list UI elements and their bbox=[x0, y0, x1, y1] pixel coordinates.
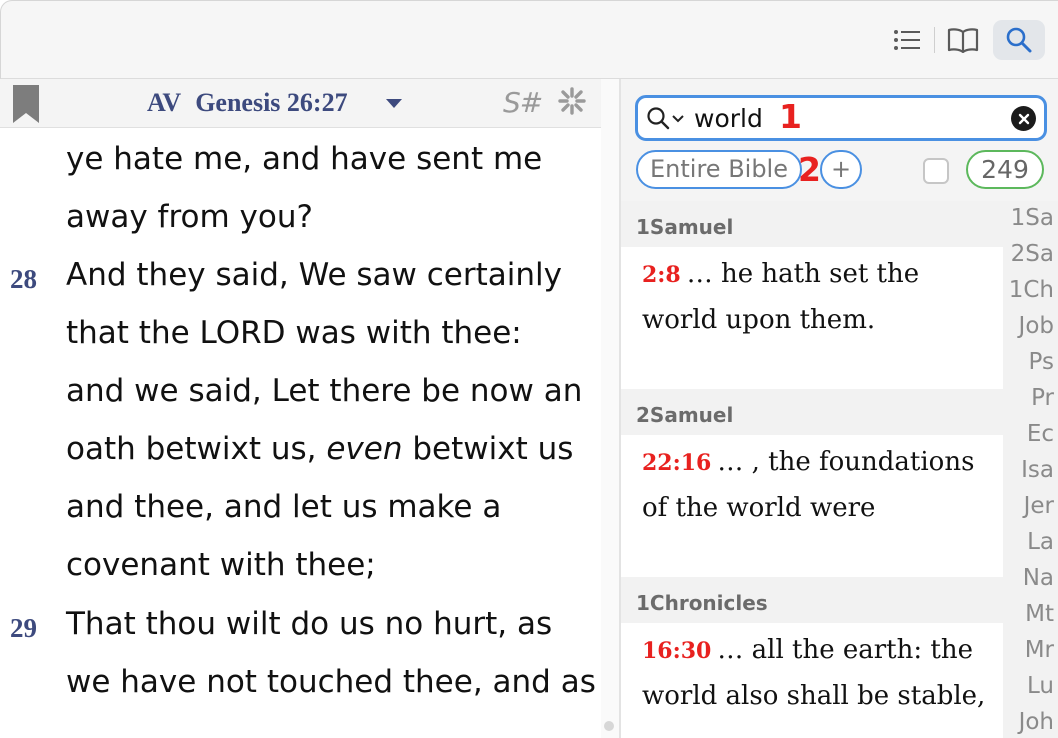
book-index-item[interactable]: Joh bbox=[1019, 709, 1054, 735]
verse-line: and we said, Let there be now an bbox=[66, 373, 583, 409]
bookmark-icon[interactable] bbox=[13, 85, 39, 128]
verse-line-part: betwixt us bbox=[402, 431, 574, 467]
book-index-item[interactable]: 1Sa bbox=[1011, 205, 1054, 231]
verse-line-part: oath betwixt us, bbox=[66, 431, 327, 467]
chevron-down-icon[interactable] bbox=[672, 111, 684, 129]
annotation-marker: 2 bbox=[798, 150, 821, 189]
book-index-item[interactable]: Isa bbox=[1021, 457, 1054, 483]
verse-line: we have not touched thee, and as bbox=[66, 664, 596, 700]
result-book-header: 1Samuel bbox=[621, 201, 1003, 247]
result-text: of the world were bbox=[642, 493, 876, 523]
result-count-badge[interactable]: 249 bbox=[966, 150, 1044, 189]
result-reference[interactable]: 22:16 bbox=[642, 450, 711, 476]
book-index-item[interactable]: Ps bbox=[1029, 349, 1054, 375]
result-item[interactable]: 22:16… , the foundations bbox=[642, 447, 974, 477]
verse-line: away from you? bbox=[66, 199, 313, 235]
book-index-item[interactable]: Pr bbox=[1031, 385, 1054, 411]
search-controls: world 1 Entire Bible 2 + 249 bbox=[621, 79, 1058, 201]
book-index-item[interactable]: 1Ch bbox=[1009, 277, 1054, 303]
result-book-name: 1Chronicles bbox=[636, 591, 768, 615]
toolbar-separator bbox=[934, 27, 935, 53]
result-text: … , the foundations bbox=[717, 447, 975, 477]
search-icon[interactable] bbox=[646, 106, 670, 135]
book-index-item[interactable]: Mr bbox=[1025, 637, 1054, 663]
italic-word: even bbox=[326, 431, 403, 467]
result-text: … he hath set the bbox=[686, 259, 920, 289]
chevron-down-icon[interactable] bbox=[386, 99, 402, 108]
book-index-item[interactable]: Jer bbox=[1024, 493, 1054, 519]
strongs-toggle[interactable]: S# bbox=[503, 86, 543, 119]
book-index-item[interactable]: Ec bbox=[1027, 421, 1054, 447]
result-reference[interactable]: 2:8 bbox=[642, 262, 681, 288]
search-scope-button[interactable]: Entire Bible bbox=[636, 150, 802, 189]
result-text: world also shall be stable, bbox=[642, 681, 986, 711]
result-text: … all the earth: the bbox=[717, 635, 973, 665]
verse-number[interactable]: 29 bbox=[10, 613, 37, 644]
book-icon[interactable] bbox=[941, 20, 985, 60]
reader-header: AV Genesis 26:27 S# bbox=[0, 79, 601, 128]
verse-line: oath betwixt us, even betwixt us bbox=[66, 431, 573, 467]
verse-line: covenant with thee; bbox=[66, 547, 376, 583]
asterisk-icon[interactable] bbox=[558, 87, 586, 120]
search-icon[interactable] bbox=[993, 20, 1045, 60]
book-index-item[interactable]: 2Sa bbox=[1011, 241, 1054, 267]
result-book-header: 2Samuel bbox=[621, 389, 1003, 435]
add-scope-button[interactable]: + bbox=[820, 150, 862, 189]
book-index-item[interactable]: Job bbox=[1019, 313, 1054, 339]
result-book-name: 2Samuel bbox=[636, 403, 734, 427]
result-reference[interactable]: 16:30 bbox=[642, 638, 711, 664]
result-item[interactable]: 2:8… he hath set the bbox=[642, 259, 919, 289]
result-book-header: 1Chronicles bbox=[621, 577, 1003, 623]
book-index-item[interactable]: Lu bbox=[1027, 673, 1054, 699]
book-index-item[interactable]: La bbox=[1027, 529, 1054, 555]
search-query: world bbox=[694, 104, 763, 133]
scroll-indicator[interactable] bbox=[604, 721, 614, 731]
pane-gutter bbox=[601, 79, 619, 738]
result-text: world upon them. bbox=[642, 305, 876, 335]
book-index-item[interactable]: Na bbox=[1023, 565, 1054, 591]
clear-icon[interactable] bbox=[1011, 106, 1036, 131]
book-index-bar: 1Sa 2Sa 1Ch Job Ps Pr Ec Isa Jer La Na M… bbox=[1003, 201, 1058, 738]
top-toolbar bbox=[0, 0, 1058, 79]
bible-reader-pane: AV Genesis 26:27 S# ye hate me, and have … bbox=[0, 79, 601, 738]
verse-line: ye hate me, and have sent me bbox=[66, 141, 543, 177]
verse-line: That thou wilt do us no hurt, as bbox=[66, 606, 553, 642]
result-book-name: 1Samuel bbox=[636, 215, 734, 239]
book-index-item[interactable]: Mt bbox=[1025, 601, 1054, 627]
result-item[interactable]: 16:30… all the earth: the bbox=[642, 635, 973, 665]
passage-reference[interactable]: AV Genesis 26:27 bbox=[147, 88, 348, 118]
select-all-checkbox[interactable] bbox=[923, 158, 949, 184]
verse-line: And they said, We saw certainly bbox=[66, 257, 562, 293]
verse-number[interactable]: 28 bbox=[10, 264, 37, 295]
annotation-marker: 1 bbox=[779, 97, 802, 136]
reference-label: Genesis 26:27 bbox=[195, 88, 348, 117]
search-input[interactable]: world bbox=[635, 95, 1047, 141]
verse-line: and thee, and let us make a bbox=[66, 489, 502, 525]
search-pane: world 1 Entire Bible 2 + 249 1Samuel 2:8… bbox=[621, 79, 1058, 738]
verse-line: that the LORD was with thee: bbox=[66, 315, 522, 351]
list-icon[interactable] bbox=[885, 20, 929, 60]
version-label: AV bbox=[147, 88, 182, 117]
